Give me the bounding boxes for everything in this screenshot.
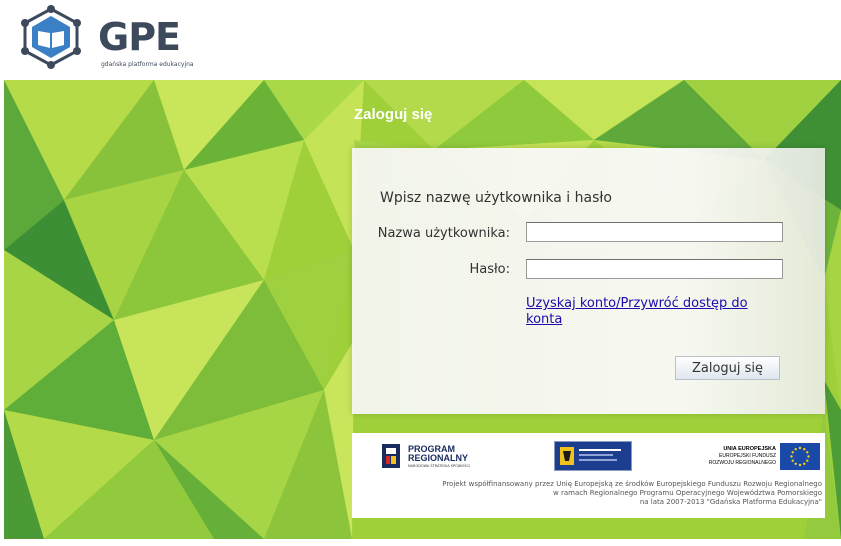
caption-line2: w ramach Regionalnego Programu Operacyjn… (553, 489, 822, 497)
logo-text: GPE (98, 15, 181, 59)
password-label: Hasło: (469, 262, 510, 277)
program-subtitle: NARODOWA STRATEGIA SPÓJNOŚCI (408, 464, 470, 468)
program-regionalny-title: PROGRAM REGIONALNY (408, 445, 468, 463)
login-heading: Wpisz nazwę użytkownika i hasło (380, 190, 612, 206)
eu-fund-line1: EUROPEJSKI FUNDUSZ (719, 453, 776, 459)
program-title-line2: REGIONALNY (408, 453, 469, 463)
eu-title: UNIA EUROPEJSKA (723, 446, 776, 452)
eu-text: UNIA EUROPEJSKA EUROPEJSKI FUNDUSZ ROZWO… (694, 446, 776, 467)
login-button[interactable]: Zaloguj się (675, 356, 780, 380)
eu-fund-line2: ROZWOJU REGIONALNEGO (708, 460, 776, 466)
caption-line3: na lata 2007-2013 "Gdańska Platforma Edu… (639, 498, 822, 506)
program-regionalny-icon (382, 444, 400, 468)
pomorskie-emblem-icon (560, 447, 621, 465)
eu-flag-icon (780, 443, 820, 470)
username-input[interactable] (526, 222, 783, 242)
sponsor-logos: PROGRAM REGIONALNY NARODOWA STRATEGIA SP… (352, 433, 825, 518)
username-label: Nazwa użytkownika: (377, 226, 510, 241)
logo-subtitle: gdańska platforma edukacyjna (101, 61, 194, 68)
hexagon-book-icon (21, 5, 81, 69)
eu-stars-icon (790, 446, 810, 467)
cofinancing-caption: Projekt współfinansowany przez Unię Euro… (356, 480, 822, 507)
recover-account-link[interactable]: Uzyskaj konto/Przywróć dostęp do konta (526, 296, 766, 328)
password-input[interactable] (526, 259, 783, 279)
pomorskie-logo (554, 441, 632, 471)
site-header: GPE gdańska platforma edukacyjna (0, 0, 841, 80)
gpe-logo[interactable]: GPE gdańska platforma edukacyjna (14, 4, 194, 70)
login-title: Zaloguj się (354, 106, 433, 123)
caption-line1: Projekt współfinansowany przez Unię Euro… (442, 480, 822, 488)
login-panel: Wpisz nazwę użytkownika i hasło Nazwa uż… (352, 148, 825, 414)
